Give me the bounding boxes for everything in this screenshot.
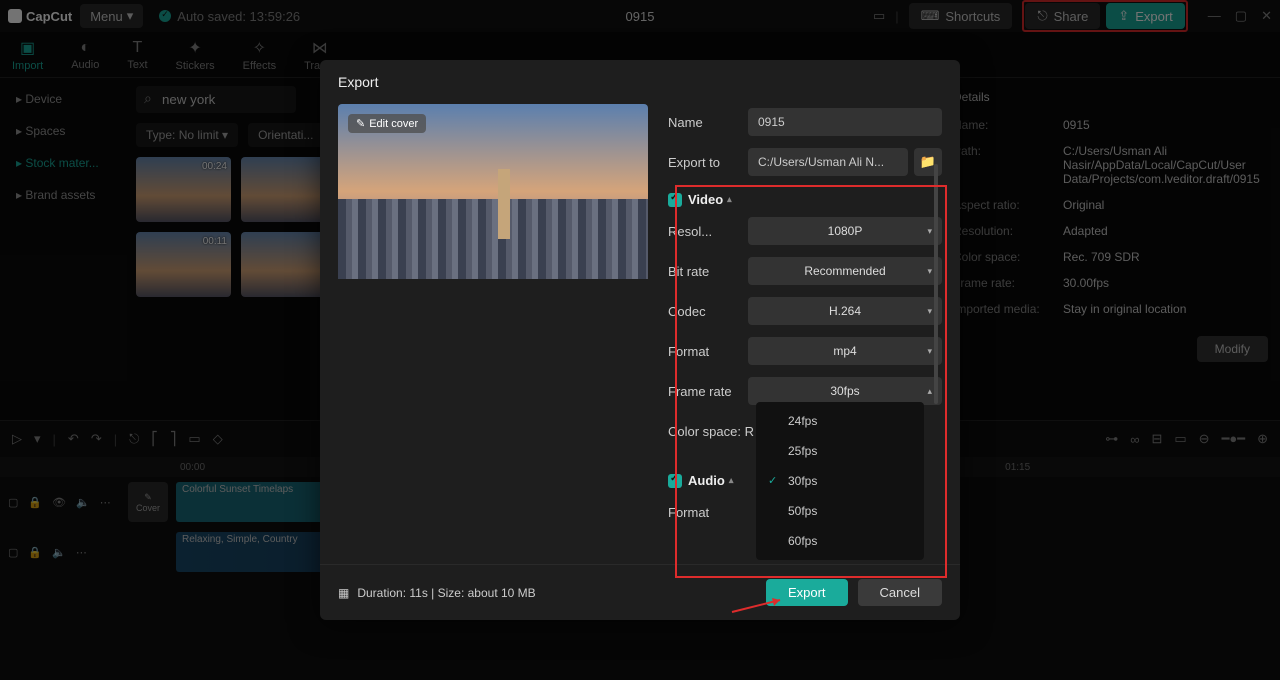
collapse-icon[interactable]: ▴	[729, 475, 734, 486]
film-icon: ▦	[338, 586, 349, 600]
export-path: C:/Users/Usman Ali N...	[748, 148, 908, 176]
edit-cover-button[interactable]: ✎Edit cover	[348, 114, 426, 133]
export-settings: Name Export to C:/Users/Usman Ali N... 📁…	[668, 104, 942, 556]
collapse-icon[interactable]: ▴	[727, 194, 732, 205]
export-name-input[interactable]	[748, 108, 942, 136]
export-duration-info: ▦ Duration: 11s | Size: about 10 MB	[338, 586, 536, 600]
audio-checkbox[interactable]	[668, 474, 682, 488]
fps-option-30[interactable]: 30fps	[756, 466, 924, 496]
modal-footer: ▦ Duration: 11s | Size: about 10 MB Expo…	[320, 564, 960, 620]
video-section-label: Video ▴	[668, 192, 942, 207]
pencil-icon: ✎	[356, 117, 365, 130]
framerate-dropdown: 24fps 25fps 30fps 50fps 60fps	[756, 402, 924, 560]
export-modal: Export ✎Edit cover Name Export to C:/Use…	[320, 60, 960, 620]
fps-option-24[interactable]: 24fps	[756, 406, 924, 436]
cancel-button[interactable]: Cancel	[858, 579, 942, 606]
export-confirm-button[interactable]: Export	[766, 579, 848, 606]
video-checkbox[interactable]	[668, 193, 682, 207]
format-select[interactable]: mp4	[748, 337, 942, 365]
export-preview: ✎Edit cover	[338, 104, 648, 279]
modal-title: Export	[320, 60, 960, 104]
fps-option-25[interactable]: 25fps	[756, 436, 924, 466]
framerate-select[interactable]: 30fps	[748, 377, 942, 405]
fps-option-50[interactable]: 50fps	[756, 496, 924, 526]
bitrate-select[interactable]: Recommended	[748, 257, 942, 285]
fps-option-60[interactable]: 60fps	[756, 526, 924, 556]
codec-select[interactable]: H.264	[748, 297, 942, 325]
resolution-select[interactable]: 1080P	[748, 217, 942, 245]
scrollbar[interactable]	[934, 164, 938, 404]
